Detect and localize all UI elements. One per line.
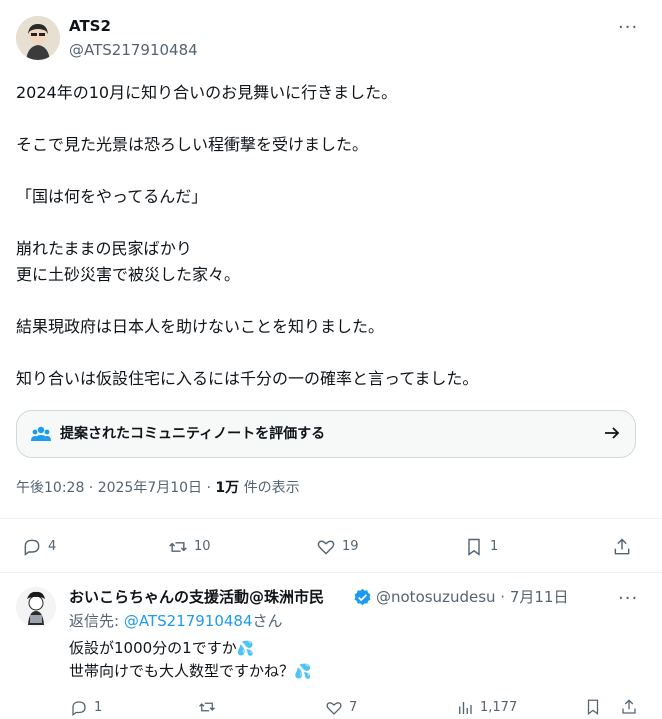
- reply-like-button[interactable]: 7: [325, 698, 357, 718]
- replying-to: 返信先: @ATS217910484さん: [69, 611, 283, 631]
- reply-to-handle-link[interactable]: @ATS217910484: [124, 612, 253, 630]
- sweat-droplets-icon: 💦: [294, 664, 312, 680]
- tweet-text: 2024年の10月に知り合いのお見舞いに行きました。 そこで見た光景は恐ろしい程…: [16, 80, 646, 392]
- avatar[interactable]: [16, 16, 60, 60]
- reply-more-options-icon[interactable]: ···: [618, 589, 638, 609]
- divider: [0, 572, 662, 573]
- share-icon: [614, 538, 630, 555]
- analytics-icon: [459, 702, 472, 714]
- tweet-line: 「国は何をやってるんだ」: [16, 187, 208, 206]
- reply-handle-time[interactable]: @notosuzudesu · 7月11日: [376, 587, 568, 607]
- community-note-label: 提案されたコミュニティノートを評価する: [60, 426, 326, 442]
- bookmark-count: 1: [490, 539, 499, 554]
- verified-badge-icon: [353, 588, 372, 611]
- author-name[interactable]: ATS2: [69, 16, 111, 36]
- reply-author-name[interactable]: おいこらちゃんの支援活動@珠洲市民: [69, 587, 324, 607]
- sweat-droplets-icon: 💦: [236, 641, 255, 657]
- reply-line: 世帯向けでも大人数型ですかね？: [69, 662, 295, 680]
- bookmark-button[interactable]: 1: [464, 537, 498, 557]
- retweet-icon: [169, 542, 187, 552]
- reply-icon: [24, 539, 40, 556]
- tweet-meta: 午後10:28 · 2025年7月10日 · 1万 件の表示: [16, 478, 300, 498]
- tweet-line: 更に土砂災害で被災した家々。: [16, 265, 241, 284]
- tweet-line: そこで見た光景は恐ろしい程衝撃を受けました。: [16, 135, 369, 154]
- reply-count: 4: [48, 539, 57, 554]
- community-note-button[interactable]: 提案されたコミュニティノートを評価する: [16, 410, 636, 458]
- bookmark-icon: [587, 699, 599, 716]
- reply-line: 仮設が1000分の1ですか: [69, 639, 237, 657]
- reply-reply-button[interactable]: 1: [70, 698, 102, 718]
- divider: [0, 518, 662, 519]
- timestamp[interactable]: 午後10:28 · 2025年7月10日 ·: [16, 480, 215, 496]
- more-options-icon[interactable]: ···: [618, 18, 638, 38]
- arrow-right-icon: [603, 424, 621, 447]
- retweet-icon: [199, 702, 215, 712]
- tweet-line: 知り合いは仮設住宅に入るには千分の一の確率と言ってました。: [16, 369, 479, 388]
- reply-retweet-button[interactable]: [198, 698, 222, 716]
- reply-bookmark-button[interactable]: [584, 698, 602, 716]
- like-count: 19: [342, 539, 359, 554]
- tweet-line: 2024年の10月に知り合いのお見舞いに行きました。: [16, 83, 398, 102]
- reply-views-count: 1,177: [480, 700, 518, 715]
- people-icon: [31, 425, 51, 447]
- reply-reply-count: 1: [94, 700, 103, 715]
- retweet-count: 10: [194, 539, 211, 554]
- reply-to-prefix: 返信先:: [69, 612, 124, 630]
- views-count: 1万: [215, 480, 240, 496]
- reply-avatar[interactable]: [16, 587, 56, 627]
- reply-text: 仮設が1000分の1ですか💦 世帯向けでも大人数型ですかね？💦: [69, 637, 311, 683]
- share-icon: [622, 699, 636, 714]
- reply-share-button[interactable]: [620, 698, 638, 716]
- views-label: 件の表示: [239, 480, 300, 496]
- heart-icon: [326, 702, 342, 715]
- bookmark-icon: [468, 538, 480, 556]
- retweet-button[interactable]: 10: [168, 537, 211, 557]
- avatar-image: [16, 16, 60, 60]
- tweet-line: 崩れたままの民家ばかり: [16, 239, 192, 258]
- reply-button[interactable]: 4: [22, 537, 56, 557]
- tweet-line: 結果現政府は日本人を助けないことを知りました。: [16, 317, 385, 336]
- heart-icon: [317, 540, 335, 555]
- reply-avatar-image: [16, 587, 56, 627]
- reply-icon: [72, 701, 86, 717]
- reply-views-button[interactable]: 1,177: [456, 698, 517, 718]
- share-button[interactable]: [612, 537, 632, 557]
- reply-to-suffix: さん: [252, 612, 283, 630]
- author-handle[interactable]: @ATS217910484: [69, 40, 198, 60]
- like-button[interactable]: 19: [316, 537, 359, 557]
- reply-like-count: 7: [349, 700, 358, 715]
